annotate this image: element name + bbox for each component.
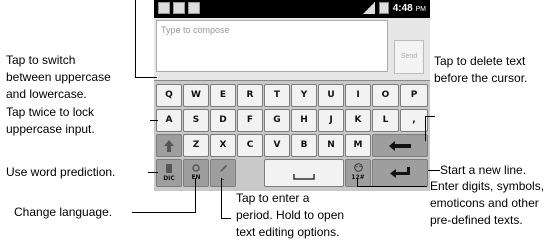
key-n[interactable]: N [318,134,344,157]
key-s[interactable]: S [183,109,209,132]
key-g[interactable]: G [264,109,290,132]
backspace-arrow-icon [389,141,411,151]
leader-line-period-h [221,218,231,219]
key-w[interactable]: W [183,84,209,107]
key-a[interactable]: A [156,109,182,132]
key-k[interactable]: K [345,109,371,132]
leader-line-delete-h [425,116,435,117]
delete-key[interactable] [372,134,428,157]
key-z[interactable]: Z [183,134,209,157]
key-d[interactable]: D [210,109,236,132]
key-r[interactable]: R [237,84,263,107]
dic-key[interactable]: DIC [156,159,182,187]
period-key[interactable]: . [210,159,236,187]
key-e[interactable]: E [210,84,236,107]
key-u[interactable]: U [318,84,344,107]
compose-placeholder: Type to compose [161,25,230,35]
battery-icon [378,2,389,14]
key-t[interactable]: T [264,84,290,107]
notification-icons [158,2,200,14]
key-v[interactable]: V [264,134,290,157]
send-button[interactable]: Send [394,40,424,74]
key-y[interactable]: Y [291,84,317,107]
mail-icon [158,2,170,14]
leader-line-lang-h [132,212,196,213]
signal-icon [362,2,375,14]
gear-icon [192,164,200,172]
leader-line-symbols-h [357,186,427,187]
leader-line-delete [425,116,426,141]
dic-label: DIC [163,175,175,182]
leader-line-placeholder [135,0,136,77]
key-h[interactable]: H [291,109,317,132]
annotation-period: Tap to enter a period. Hold to open text… [236,191,345,239]
annotation-word-prediction: Use word prediction. [6,165,116,179]
annotation-lock-case: Tap twice to lock uppercase input. [6,105,95,136]
leader-line-enter [428,170,440,171]
phone-screen: 4:48 PM Type to compose Send Q W E R T Y… [154,0,430,191]
key-gap [237,159,263,187]
enter-return-icon [390,167,410,178]
annotation-change-language: Change language. [14,205,113,219]
shift-arrow-icon [164,140,174,152]
keyboard: Q W E R T Y U I O P A S D F G H J K L , … [154,80,430,191]
key-b[interactable]: B [291,134,317,157]
leader-line-lang-v [195,178,196,212]
key-c[interactable]: C [237,134,263,157]
download-icon [188,2,200,14]
key-f[interactable]: F [237,109,263,132]
enter-key[interactable] [372,159,428,187]
pencil-icon [219,165,227,172]
language-key[interactable]: EN [183,159,209,187]
annotation-symbols: Enter digits, symbols, emoticons and oth… [430,179,545,227]
leader-line-symbols-v [357,178,358,186]
annotation-delete: Tap to delete text before the cursor. [434,54,528,85]
book-icon [166,164,172,173]
space-bar-icon [293,174,315,180]
leader-line-shift [150,120,158,121]
key-l[interactable]: L [372,109,399,132]
status-bar: 4:48 PM [154,0,430,18]
annotation-switch-case: Tap to switch between uppercase and lowe… [6,53,111,101]
key-comma[interactable]: , [400,109,428,132]
leader-line-period-v [221,178,222,218]
compose-field[interactable]: Type to compose [156,20,388,72]
key-m[interactable]: M [345,134,371,157]
leader-line-compose [135,77,157,78]
key-q[interactable]: Q [156,84,182,107]
key-j[interactable]: J [318,109,344,132]
annotation-new-line: Start a new line. [440,163,527,177]
smiley-icon [353,163,363,172]
leader-line-dic [148,172,158,173]
space-key[interactable] [264,159,344,187]
symbols-key[interactable]: 12# [345,159,371,187]
key-p[interactable]: P [400,84,428,107]
symbols-label: 12# [346,175,370,181]
period-label: . [221,175,225,182]
key-x[interactable]: X [210,134,236,157]
shift-key[interactable] [156,134,182,157]
key-i[interactable]: I [345,84,371,107]
language-label: EN [191,174,201,181]
key-o[interactable]: O [372,84,399,107]
status-time: 4:48 PM [392,2,426,14]
app-icon [173,2,185,14]
